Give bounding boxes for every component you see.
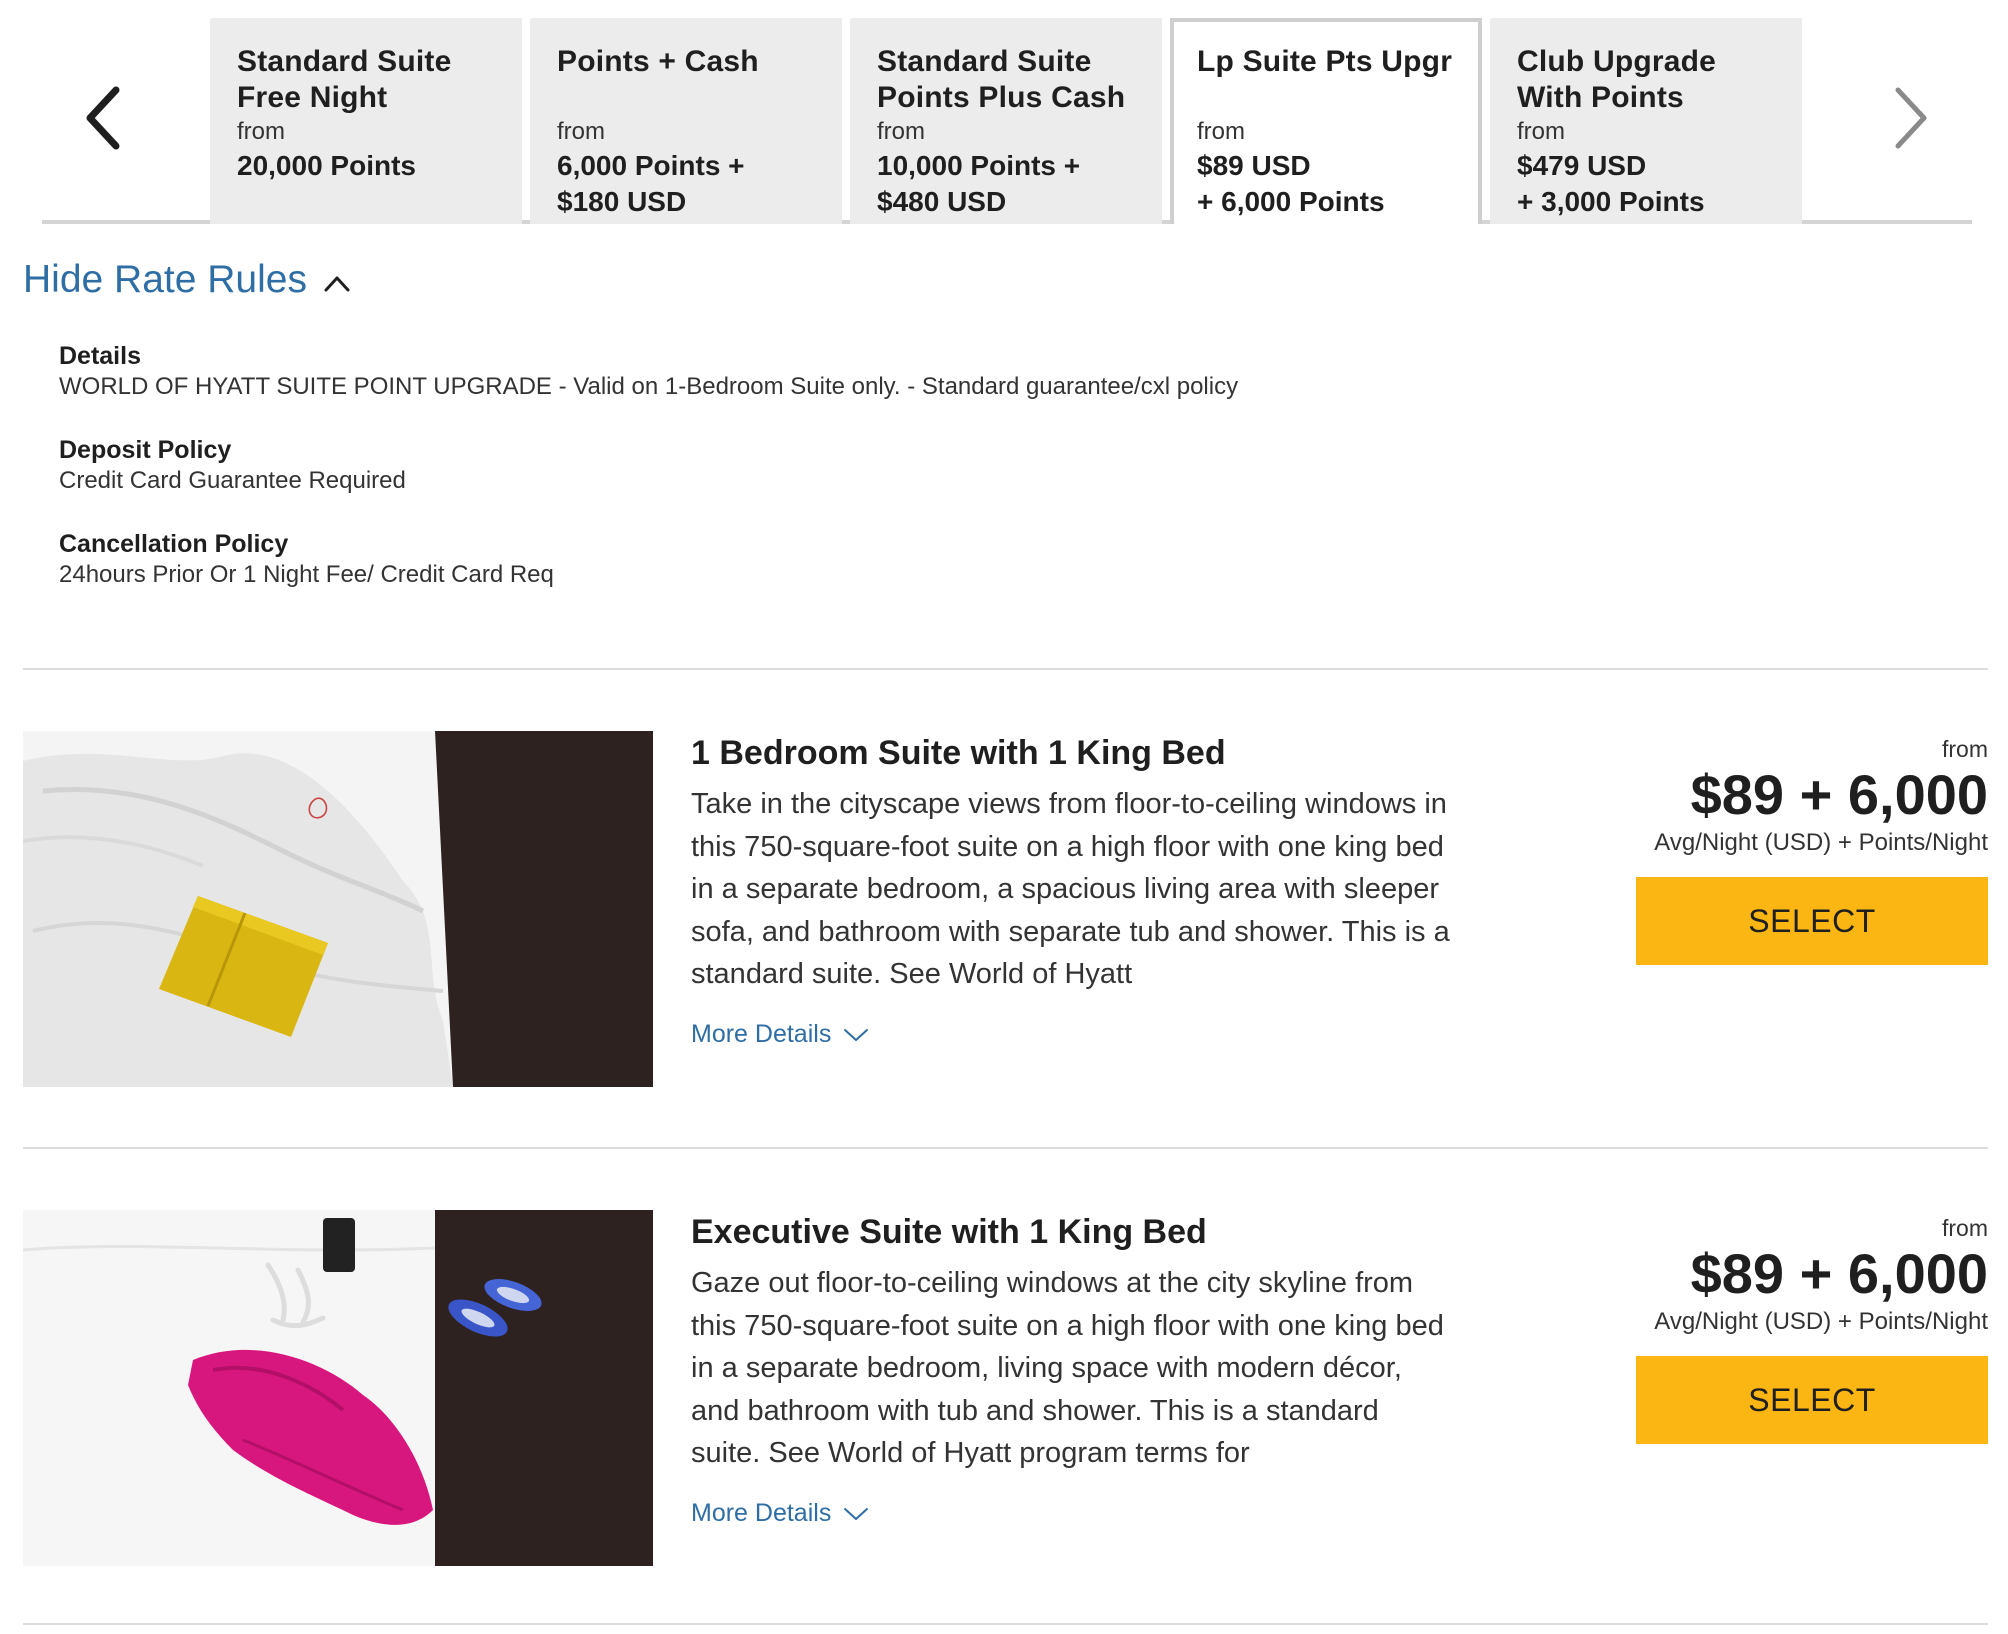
room-description-clip: Gaze out floor-to-ceiling windows at the… (691, 1254, 1451, 1501)
rate-tab-title: Club Upgrade With Points (1517, 45, 1717, 114)
rate-rules-panel: Details WORLD OF HYATT SUITE POINT UPGRA… (59, 340, 1238, 622)
rule-deposit-policy: Deposit Policy Credit Card Guarantee Req… (59, 434, 1238, 496)
carousel-prev-button[interactable] (44, 18, 164, 218)
rate-tab-club-upgrade-with-points[interactable]: Club Upgrade With Points from $479 USD +… (1490, 18, 1802, 224)
chevron-up-icon (324, 276, 350, 292)
room-description: Take in the cityscape views from floor-t… (691, 788, 1450, 990)
room-name: Executive Suite with 1 King Bed (691, 1213, 1207, 1251)
rule-label: Details (59, 342, 141, 370)
select-button[interactable]: SELECT (1636, 1356, 1988, 1444)
price-unit: Avg/Night (USD) + Points/Night (1654, 829, 1988, 856)
rate-tab-from: from (1197, 118, 1245, 145)
room-card: 1 Bedroom Suite with 1 King Bed Take in … (23, 731, 1988, 1087)
more-details-label: More Details (691, 1499, 832, 1527)
rate-tab-points-cash[interactable]: Points + Cash from 6,000 Points + $180 U… (530, 18, 842, 224)
price-from-label: from (1942, 736, 1988, 762)
room-name: 1 Bedroom Suite with 1 King Bed (691, 734, 1226, 772)
price-from-label: from (1942, 1215, 1988, 1241)
more-details-link[interactable]: More Details (691, 1020, 1451, 1049)
rate-tab-title: Points + Cash (557, 45, 759, 78)
room-info: 1 Bedroom Suite with 1 King Bed Take in … (691, 731, 1451, 1049)
more-details-link[interactable]: More Details (691, 1499, 1451, 1528)
room-description: Gaze out floor-to-ceiling windows at the… (691, 1267, 1444, 1469)
rule-label: Cancellation Policy (59, 530, 289, 558)
chevron-right-icon (1895, 87, 1927, 149)
section-divider (23, 1623, 1988, 1625)
rate-tab-from: from (557, 118, 605, 145)
rules-toggle-label: Hide Rate Rules (23, 258, 307, 301)
rate-tab-from: from (877, 118, 925, 145)
select-button[interactable]: SELECT (1636, 877, 1988, 965)
chevron-left-icon (86, 86, 120, 150)
room-card: Executive Suite with 1 King Bed Gaze out… (23, 1210, 1988, 1566)
rule-text: Credit Card Guarantee Required (59, 467, 406, 494)
rate-tab-price: 6,000 Points + $180 USD (557, 150, 745, 217)
rate-tab-standard-suite-points-plus-cash[interactable]: Standard Suite Points Plus Cash from 10,… (850, 18, 1162, 224)
rate-tab-price: 10,000 Points + $480 USD (877, 150, 1081, 217)
room-photo[interactable] (23, 731, 653, 1087)
rate-tab-price: 20,000 Points (237, 150, 416, 181)
rule-text: WORLD OF HYATT SUITE POINT UPGRADE - Val… (59, 373, 1239, 400)
chevron-down-icon (844, 1028, 869, 1041)
room-description-clip: Take in the cityscape views from floor-t… (691, 775, 1451, 1022)
rate-tab-standard-suite-free-night[interactable]: Standard Suite Free Night from 20,000 Po… (210, 18, 522, 224)
section-divider (23, 668, 1988, 670)
rate-tab-lp-suite-pts-upgr[interactable]: Lp Suite Pts Upgr from $89 USD + 6,000 P… (1170, 18, 1482, 224)
price-amount: $89 + 6,000 (1690, 763, 1988, 826)
rate-tab-title: Standard Suite Free Night (237, 45, 452, 114)
rate-carousel: Standard Suite Free Night from 20,000 Po… (42, 18, 1972, 224)
room-price-panel: from $89 + 6,000 Avg/Night (USD) + Point… (1588, 731, 1988, 965)
hide-rate-rules-toggle[interactable]: Hide Rate Rules (23, 258, 351, 302)
rule-label: Deposit Policy (59, 436, 232, 464)
room-photo-bed-yellow-book (23, 731, 653, 1087)
room-photo-bed-pink-shirt (23, 1210, 653, 1566)
section-divider (23, 1147, 1988, 1149)
rate-tab-price: $89 USD + 6,000 Points (1197, 150, 1385, 217)
carousel-next-button[interactable] (1850, 18, 1970, 218)
rate-tab-from: from (237, 118, 285, 145)
rate-tab-from: from (1517, 118, 1565, 145)
rate-tab-price: $479 USD + 3,000 Points (1517, 150, 1705, 217)
room-photo[interactable] (23, 1210, 653, 1566)
price-amount: $89 + 6,000 (1690, 1242, 1988, 1305)
rule-details: Details WORLD OF HYATT SUITE POINT UPGRA… (59, 340, 1238, 402)
room-info: Executive Suite with 1 King Bed Gaze out… (691, 1210, 1451, 1528)
rate-tabs: Standard Suite Free Night from 20,000 Po… (210, 18, 1802, 224)
more-details-label: More Details (691, 1020, 832, 1048)
price-unit: Avg/Night (USD) + Points/Night (1654, 1308, 1988, 1335)
rate-tab-title: Lp Suite Pts Upgr (1197, 45, 1453, 78)
rule-text: 24hours Prior Or 1 Night Fee/ Credit Car… (59, 561, 554, 588)
chevron-down-icon (844, 1507, 869, 1520)
rate-tab-title: Standard Suite Points Plus Cash (877, 45, 1126, 114)
room-price-panel: from $89 + 6,000 Avg/Night (USD) + Point… (1588, 1210, 1988, 1444)
rule-cancellation-policy: Cancellation Policy 24hours Prior Or 1 N… (59, 528, 1238, 590)
